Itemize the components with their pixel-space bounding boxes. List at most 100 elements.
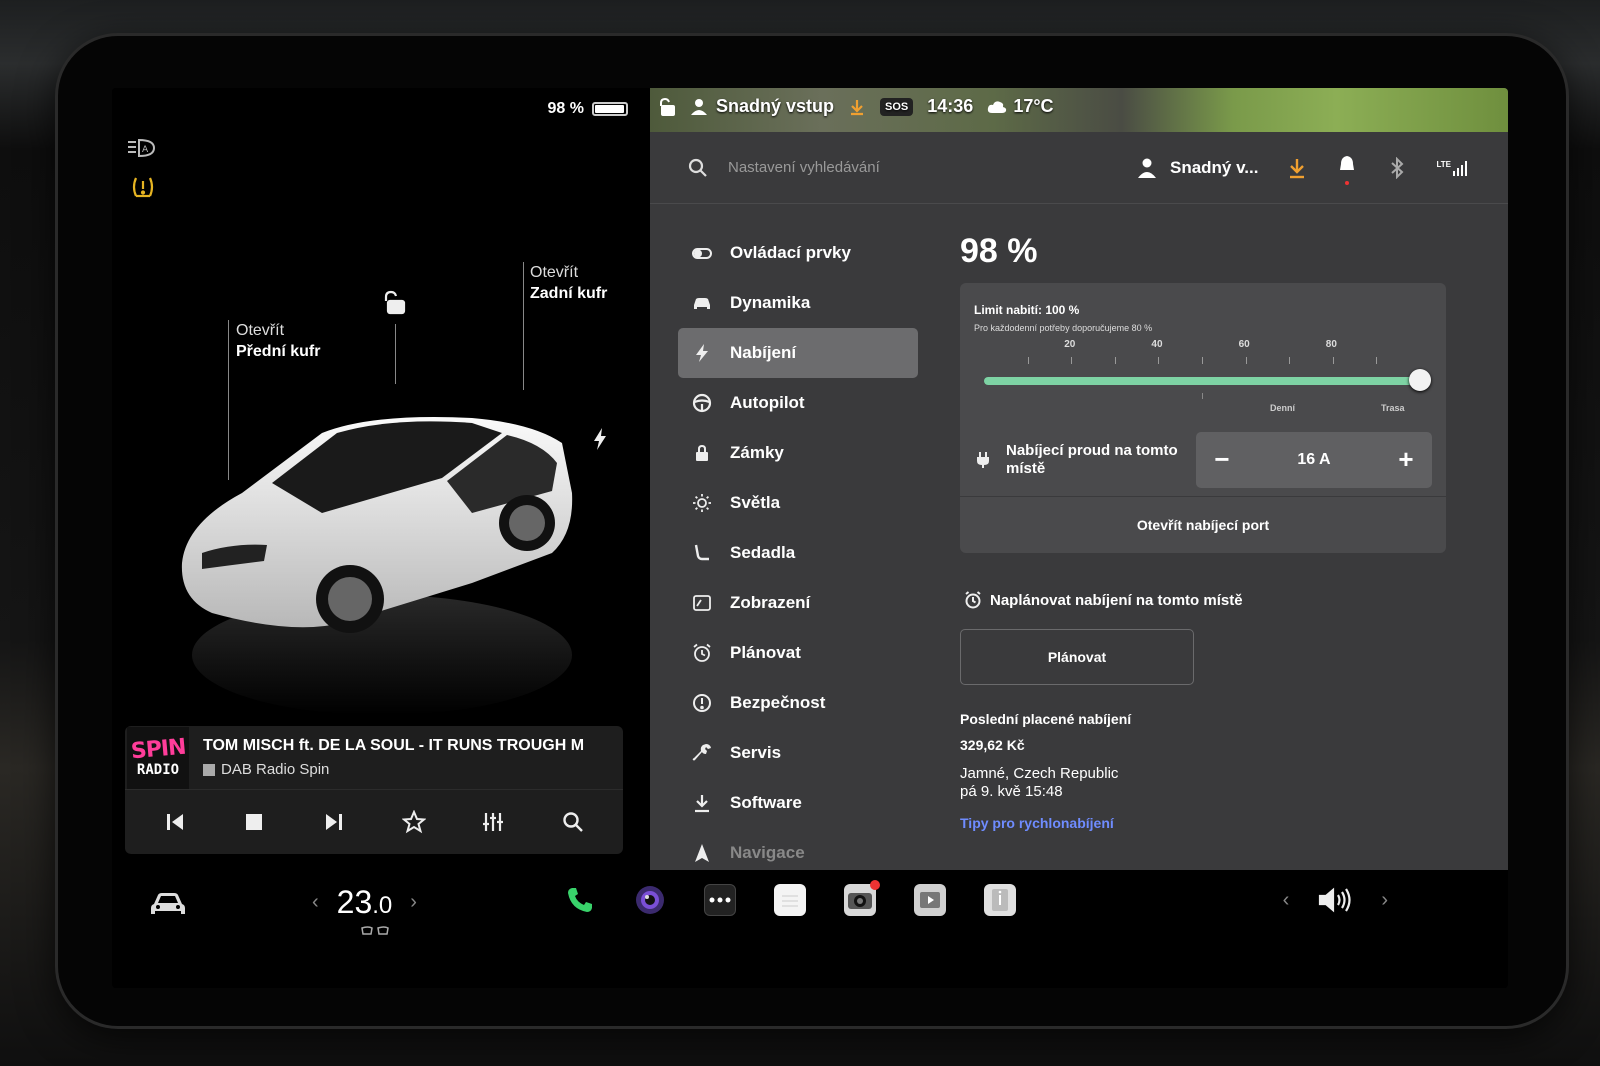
- charge-current-value: 16 A: [1297, 450, 1331, 468]
- front-trunk-label[interactable]: Otevřít Přední kufr: [236, 320, 320, 362]
- speaker-icon[interactable]: [1317, 886, 1353, 914]
- media-search-button[interactable]: [557, 806, 589, 838]
- more-apps-button[interactable]: [704, 884, 736, 916]
- touchscreen: 98 % A Otevřít Přední kufr Otevřít Zadní…: [112, 88, 1508, 988]
- settings-search[interactable]: Nastavení vyhledávání: [688, 158, 880, 178]
- zone-divider-daily: [1202, 393, 1203, 399]
- nav-item-lock[interactable]: Zámky: [678, 428, 918, 478]
- notes-app[interactable]: [774, 884, 806, 916]
- track-title: TOM MISCH ft. DE LA SOUL - IT RUNS TROUG…: [203, 737, 585, 754]
- zone-daily-label: Denní: [1270, 403, 1296, 413]
- car-3d-render: [181, 417, 573, 715]
- equalizer-button[interactable]: [477, 806, 509, 838]
- equalizer-icon: [483, 813, 504, 831]
- wrench-icon: [692, 743, 712, 763]
- sos-badge[interactable]: SOS: [880, 97, 914, 116]
- supercharging-tips-link[interactable]: Tipy pro rychlonabíjení: [960, 815, 1480, 831]
- nav-item-sun[interactable]: Světla: [678, 478, 918, 528]
- car-controls-icon[interactable]: [150, 890, 186, 918]
- nav-item-alert-circle[interactable]: Bezpečnost: [678, 678, 918, 728]
- now-playing[interactable]: SPIN RADIO TOM MISCH ft. DE LA SOUL - IT…: [125, 726, 623, 790]
- limit-scale-label: 40: [1151, 339, 1163, 350]
- decrease-current-button[interactable]: −: [1210, 444, 1234, 475]
- profile-status[interactable]: Snadný vstup: [690, 96, 834, 117]
- previous-track-button[interactable]: [159, 806, 191, 838]
- limit-scale-tick: [1114, 357, 1116, 364]
- unlock-icon[interactable]: [382, 290, 406, 316]
- unlocked-icon[interactable]: [658, 97, 676, 117]
- schedule-button[interactable]: Plánovat: [960, 629, 1194, 685]
- front-trunk-name: Přední kufr: [236, 343, 321, 360]
- theater-app[interactable]: [914, 884, 946, 916]
- person-icon: [691, 98, 707, 115]
- nav-item-display[interactable]: Zobrazení: [678, 578, 918, 628]
- seat-heater-icon[interactable]: [360, 926, 392, 936]
- camera-app[interactable]: [634, 884, 666, 916]
- search-input[interactable]: Nastavení vyhledávání: [728, 159, 880, 176]
- temp-decrease-button[interactable]: ‹: [312, 891, 319, 914]
- temp-increase-button[interactable]: ›: [410, 891, 417, 914]
- nav-item-toggle[interactable]: Ovládací prvky: [678, 228, 918, 278]
- last-paid-amount: 329,62 Kč: [960, 737, 1025, 753]
- dashcam-error-badge: [870, 880, 880, 890]
- volume-decrease-button[interactable]: ‹: [1283, 889, 1290, 912]
- dashcam-app[interactable]: [844, 880, 880, 916]
- nav-item-steering-wheel[interactable]: Autopilot: [678, 378, 918, 428]
- station-logo-text-2: RADIO: [136, 762, 180, 778]
- charge-percent: 98 %: [960, 232, 1038, 270]
- volume-increase-button[interactable]: ›: [1381, 889, 1388, 912]
- cloud-icon: [988, 100, 1007, 113]
- bluetooth-icon[interactable]: [1386, 156, 1408, 179]
- favorite-button[interactable]: [398, 806, 430, 838]
- schedule-charging-label: Naplánovat nabíjení na tomto místě: [990, 591, 1243, 609]
- theater-icon: [920, 892, 940, 908]
- settings-panel: Snadný vstup SOS 14:36 17°C Nastavení vy…: [650, 88, 1508, 870]
- nav-item-label: Dynamika: [730, 293, 811, 312]
- notification-dot: [1345, 181, 1350, 185]
- open-charge-port-button[interactable]: Otevřít nabíjecí port: [960, 497, 1446, 553]
- rear-trunk-label[interactable]: Otevřít Zadní kufr: [530, 262, 607, 304]
- slider-track[interactable]: [984, 377, 1420, 385]
- notifications-button[interactable]: [1336, 154, 1358, 185]
- nav-item-download[interactable]: Software: [678, 778, 918, 828]
- limit-scale-tick: [1376, 357, 1378, 364]
- nav-item-label: Navigace: [730, 843, 805, 862]
- navigation-icon: [692, 843, 712, 863]
- lock-icon: [692, 443, 712, 463]
- nav-item-label: Bezpečnost: [730, 693, 826, 712]
- nav-item-bolt[interactable]: Nabíjení: [678, 328, 918, 378]
- car-icon: [692, 293, 712, 313]
- cabin-temperature[interactable]: 23.0: [337, 884, 393, 921]
- profile-button[interactable]: Snadný v...: [1136, 157, 1259, 179]
- nav-item-label: Sedadla: [730, 543, 796, 562]
- manual-app[interactable]: [984, 884, 1016, 916]
- signal-bars-icon: [1453, 160, 1467, 176]
- nav-item-wrench[interactable]: Servis: [678, 728, 918, 778]
- profile-button-label: Snadný v...: [1169, 157, 1259, 177]
- nav-item-alarm-clock[interactable]: Plánovat: [678, 628, 918, 678]
- charge-port-bolt-icon[interactable]: [592, 428, 608, 450]
- limit-scale-tick: [1071, 357, 1073, 364]
- star-icon: [401, 810, 426, 834]
- sun-icon: [692, 493, 712, 513]
- dab-icon: [203, 763, 215, 776]
- settings-nav: Ovládací prvky Dynamika Nabíjení Autopilot Z…: [678, 228, 918, 878]
- software-download-icon[interactable]: [1286, 157, 1308, 179]
- bell-icon: [1340, 156, 1355, 170]
- nav-item-label: Světla: [730, 493, 781, 512]
- next-track-button[interactable]: [318, 806, 350, 838]
- nav-item-seat[interactable]: Sedadla: [678, 528, 918, 578]
- phone-app[interactable]: [564, 884, 596, 916]
- nav-item-label: Zobrazení: [730, 593, 811, 612]
- stop-button[interactable]: [238, 806, 270, 838]
- slider-knob[interactable]: [1409, 369, 1431, 391]
- limit-scale-label: 80: [1325, 339, 1337, 350]
- search-icon: [688, 158, 707, 177]
- more-icon: [709, 897, 731, 903]
- tire-pressure-warning-icon: [132, 177, 154, 198]
- battery-percent: 98 %: [547, 100, 584, 117]
- nav-item-car[interactable]: Dynamika: [678, 278, 918, 328]
- bottom-taskbar: ‹ 23.0 › ‹ ›: [112, 870, 1508, 988]
- charge-limit-slider[interactable]: Denní Trasa 20 40 60 80: [960, 333, 1446, 423]
- increase-current-button[interactable]: +: [1394, 444, 1418, 475]
